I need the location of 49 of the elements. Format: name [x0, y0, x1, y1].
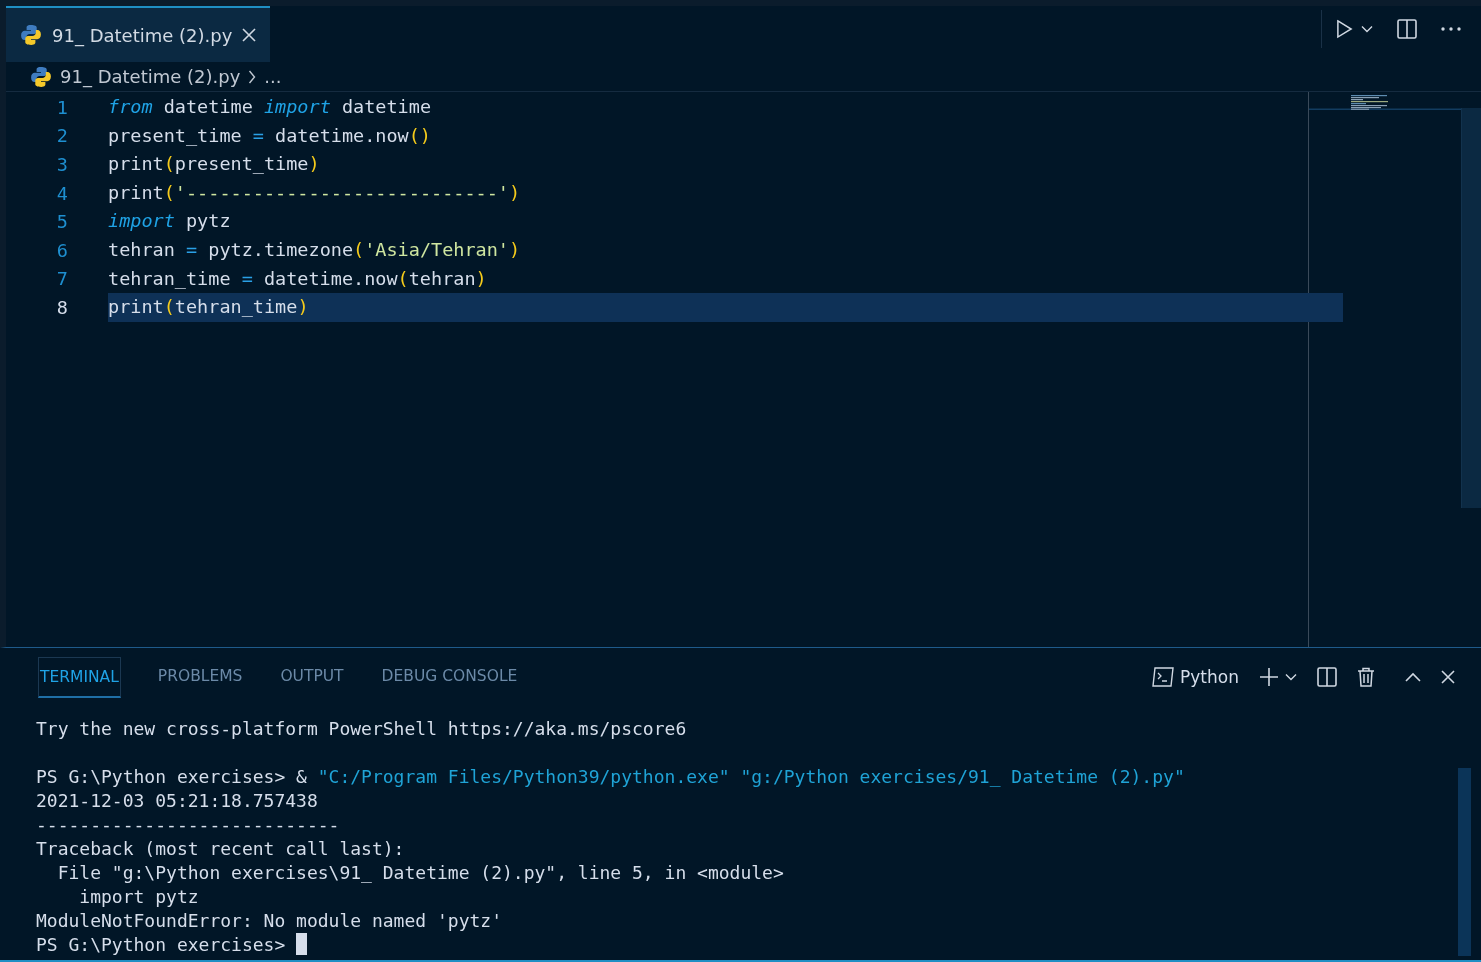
terminal-line: File "g:\Python exercises\91_ Datetime (2).py", line 5, in <module>	[56, 861, 784, 883]
more-icon[interactable]	[1441, 27, 1461, 31]
terminal-profile[interactable]: Python	[1180, 667, 1239, 687]
close-icon[interactable]	[242, 28, 257, 42]
line-number: 5	[55, 211, 69, 233]
code-line: present_time = datetime.now()	[108, 123, 432, 148]
trash-icon[interactable]	[1357, 667, 1375, 687]
panel-tab[interactable]: DEBUG CONSOLE	[380, 657, 519, 697]
terminal-icon	[1152, 667, 1175, 687]
chevron-right-icon	[248, 69, 257, 84]
terminal-line: Traceback (most recent call last):	[36, 837, 405, 859]
line-number: 7	[55, 268, 69, 290]
terminal-line: ModuleNotFoundError: No module named 'pytz'	[36, 909, 502, 931]
scrollbar[interactable]	[1461, 108, 1481, 508]
line-number: 8	[55, 296, 69, 318]
editor-tab[interactable]: 91_ Datetime (2).py	[6, 6, 271, 62]
terminal-line: PS G:\Python exercises> & "C:/Program Files/Python39/python.exe" "g:/Python exercises/91_ Datetime (2).py"	[36, 765, 1185, 787]
chevron-up-icon[interactable]	[1405, 672, 1421, 682]
line-number: 4	[55, 182, 69, 204]
code-line: tehran_time = datetime.now(tehran)	[108, 266, 488, 291]
close-icon[interactable]	[1441, 670, 1455, 684]
panel-tab[interactable]: TERMINAL	[38, 656, 121, 698]
breadcrumb-item[interactable]: ...	[264, 66, 282, 87]
breadcrumb-item[interactable]: 91_ Datetime (2).py	[60, 66, 241, 87]
terminal-line: PS G:\Python exercises>	[36, 933, 287, 955]
chevron-down-icon[interactable]	[1361, 25, 1373, 33]
terminal-line: 2021-12-03 05:21:18.757438	[36, 789, 318, 811]
plus-icon[interactable]	[1259, 667, 1279, 687]
scrollbar[interactable]	[1458, 768, 1471, 956]
terminal-line: Try the new cross-platform PowerShell https://aka.ms/pscore6	[36, 717, 687, 739]
panel-tab[interactable]: PROBLEMS	[156, 657, 244, 697]
terminal-line: ----------------------------	[36, 813, 340, 835]
chevron-down-icon[interactable]	[1285, 673, 1297, 681]
code-line: tehran = pytz.timezone('Asia/Tehran')	[108, 237, 522, 262]
line-number: 1	[55, 96, 69, 118]
line-number: 2	[55, 125, 69, 147]
split-editor-icon[interactable]	[1397, 19, 1417, 39]
python-icon	[30, 65, 52, 88]
python-icon	[20, 24, 42, 46]
split-terminal-icon[interactable]	[1317, 667, 1337, 687]
line-number: 6	[55, 239, 69, 261]
run-icon[interactable]	[1336, 19, 1353, 39]
code-line: print('----------------------------')	[108, 180, 522, 205]
code-line: from datetime import datetime	[108, 95, 433, 119]
terminal-line: import pytz	[78, 885, 199, 907]
code-line: import pytz	[108, 209, 232, 234]
code-line: print(present_time)	[108, 152, 321, 177]
line-number: 3	[55, 154, 69, 175]
panel-tab[interactable]: OUTPUT	[279, 657, 345, 697]
